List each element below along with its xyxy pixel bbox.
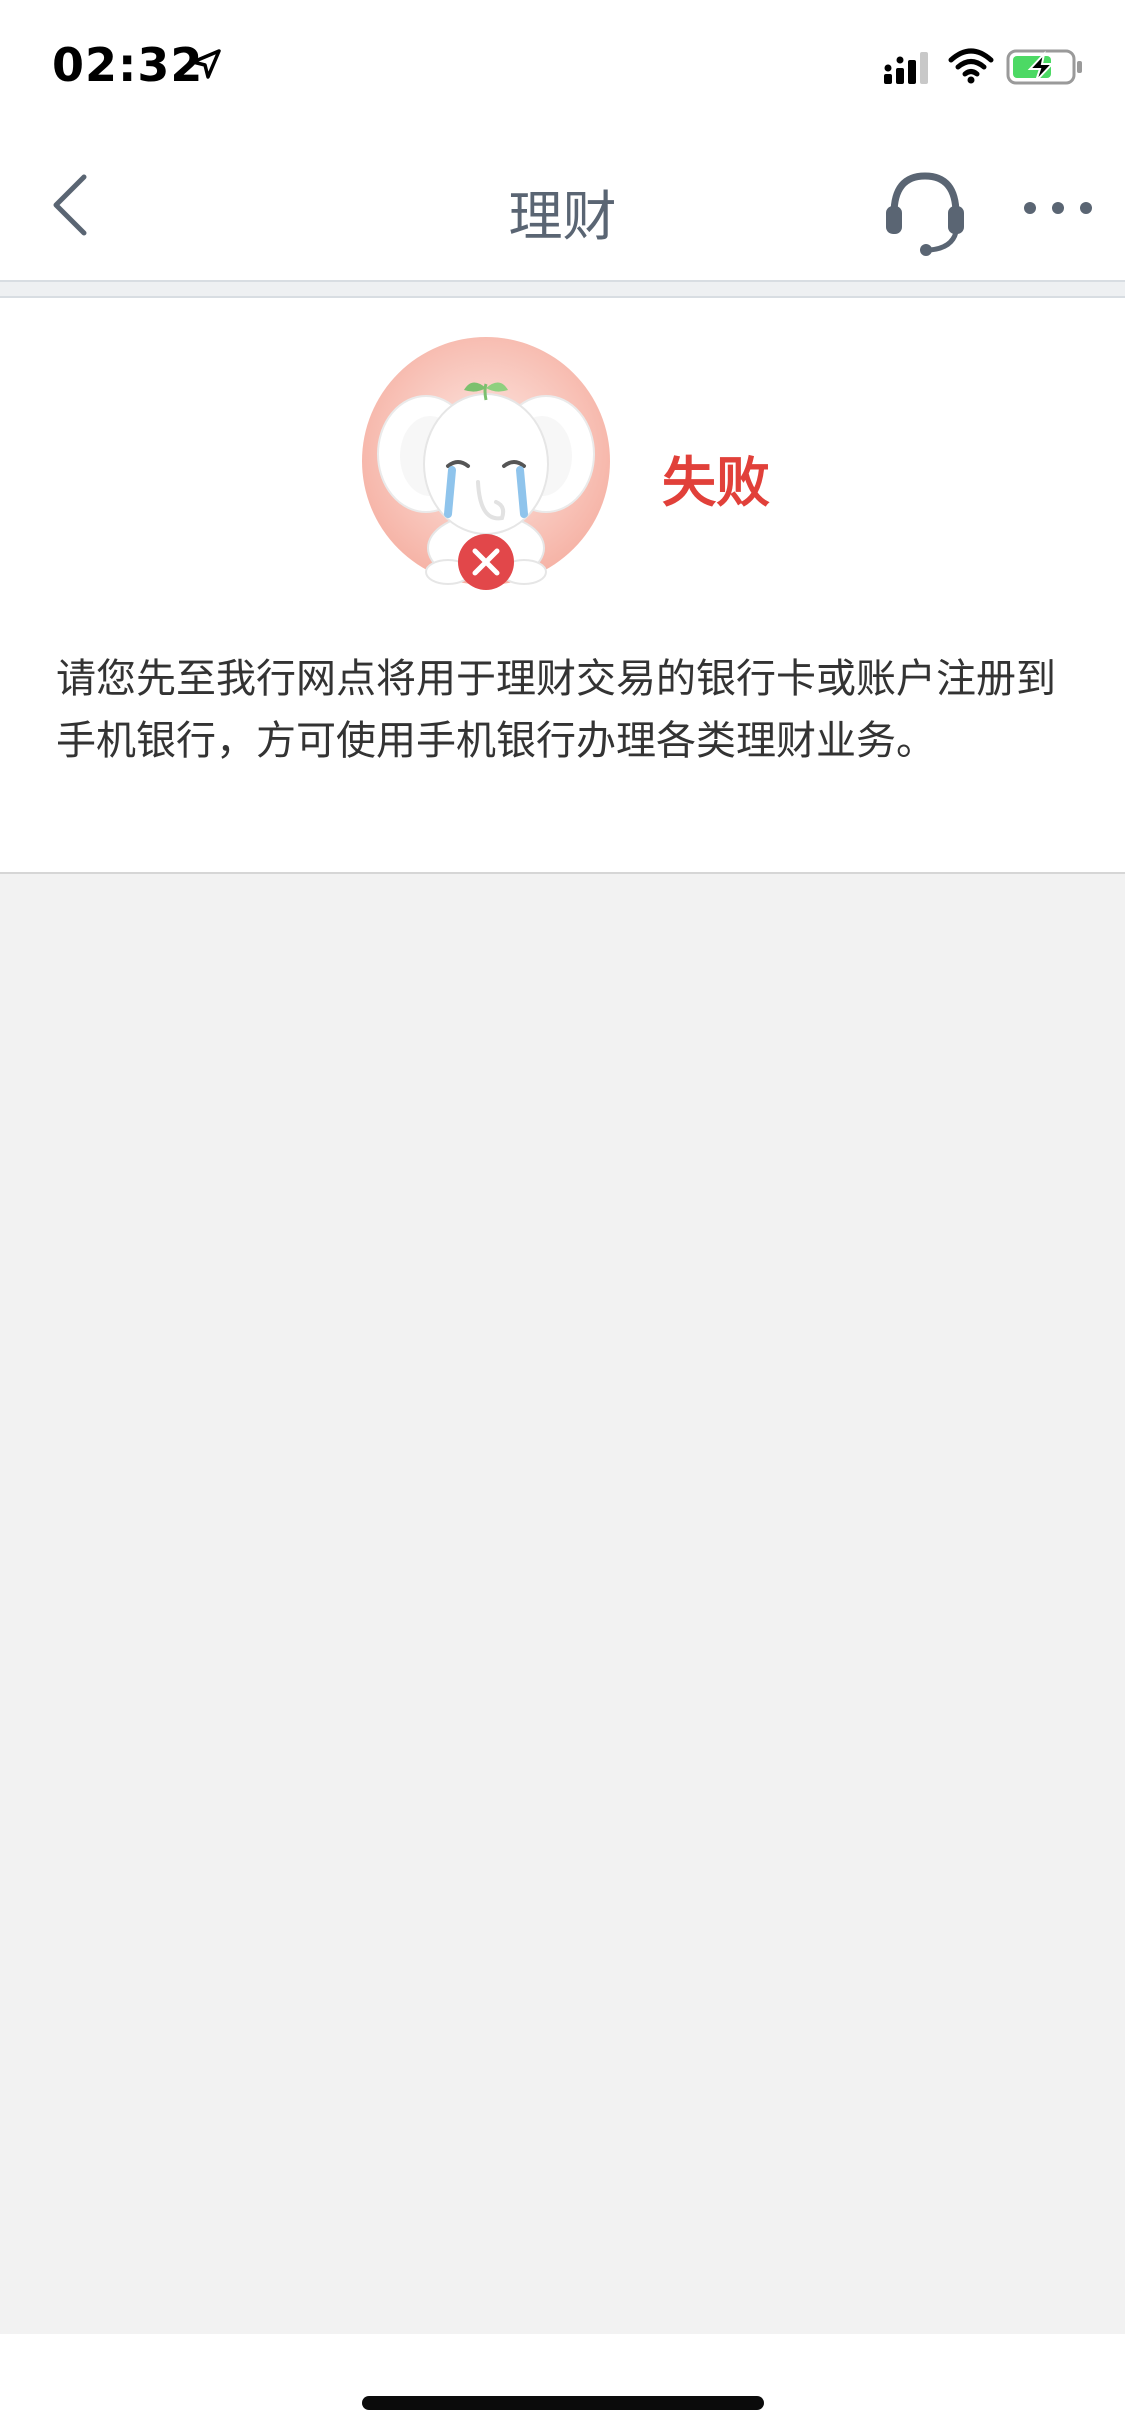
result-card: 失败 请您先至我行网点将用于理财交易的银行卡或账户注册到手机银行，方可使用手机银… [0,298,1125,874]
wifi-icon [948,48,994,88]
result-message: 请您先至我行网点将用于理财交易的银行卡或账户注册到手机银行，方可使用手机银行办理… [56,656,1056,764]
more-dots-icon [1018,202,1098,242]
home-indicator[interactable] [362,2396,764,2410]
result-status: 失败 [662,451,770,514]
cellular-signal-icon [882,50,934,90]
home-indicator-area [0,2334,1125,2436]
customer-service-button[interactable] [880,166,970,256]
location-arrow-icon [190,48,222,84]
battery-charging-icon [1006,48,1084,90]
status-bar: 02:32 [0,0,1125,132]
more-options-button[interactable] [1018,178,1098,238]
crying-elephant-icon [356,336,616,596]
nav-divider [0,280,1125,298]
headset-icon [880,172,970,260]
nav-bar: 理财 [0,132,1125,280]
status-time: 02:32 [52,38,204,92]
